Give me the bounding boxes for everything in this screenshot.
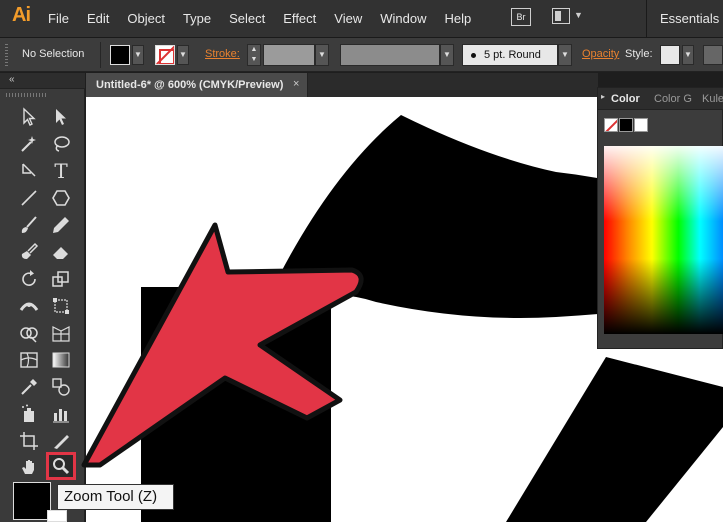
black-swatch[interactable] bbox=[619, 118, 633, 132]
none-swatch[interactable] bbox=[604, 118, 618, 132]
zoom-tool-tooltip: Zoom Tool (Z) bbox=[57, 484, 174, 510]
tab-kuler[interactable]: Kule bbox=[702, 93, 723, 105]
color-spectrum-picker[interactable] bbox=[604, 146, 723, 334]
quick-swatches bbox=[604, 118, 648, 132]
tab-color-guide[interactable]: Color G bbox=[654, 93, 692, 105]
tab-color[interactable]: Color bbox=[611, 93, 640, 105]
color-panel: ▸ Color Color G Kule bbox=[597, 87, 723, 349]
white-swatch[interactable] bbox=[634, 118, 648, 132]
collapse-panel-icon[interactable]: ▸ bbox=[601, 92, 605, 101]
color-panel-tabs: ▸ Color Color G Kule bbox=[598, 88, 723, 110]
